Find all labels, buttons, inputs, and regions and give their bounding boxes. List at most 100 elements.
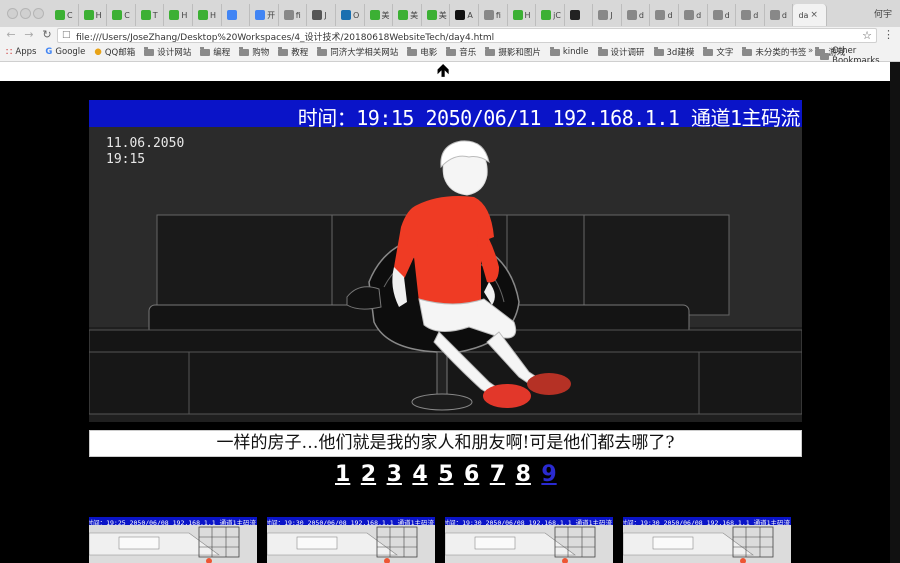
- page-icon: [598, 10, 609, 20]
- page-link-5[interactable]: 5: [438, 462, 464, 487]
- browser-tab[interactable]: fi: [479, 4, 508, 26]
- address-bar[interactable]: □ file:///Users/JoseZhang/Desktop%20Work…: [57, 28, 877, 43]
- thumbnail-info-bar: 时间：19:30 2050/06/08 192.168.1.1 通道1主码流: [623, 517, 791, 527]
- bookmark-item[interactable]: 文字: [703, 46, 733, 58]
- forward-arrow-icon[interactable]: →: [22, 28, 36, 41]
- scene-thumbnail[interactable]: 时间：19:30 2050/06/08 192.168.1.1 通道1主码流: [445, 517, 613, 563]
- tab-label: H: [524, 10, 531, 20]
- browser-tab[interactable]: A: [450, 4, 479, 26]
- scrollbar[interactable]: [890, 62, 900, 563]
- bookmark-item[interactable]: ∷ Apps: [6, 46, 36, 58]
- bookmark-item[interactable]: 编程: [200, 46, 230, 58]
- wechat-icon: [140, 10, 151, 20]
- browser-tab[interactable]: d: [708, 4, 737, 26]
- minimize-window-button[interactable]: [20, 8, 31, 19]
- browser-tab[interactable]: O: [336, 4, 365, 26]
- page-link-4[interactable]: 4: [412, 462, 438, 487]
- tab-label: d: [753, 10, 759, 20]
- bookmarks-overflow-icon[interactable]: »: [808, 46, 813, 56]
- folder-icon: [407, 46, 418, 56]
- scene-thumbnail[interactable]: 时间：19:30 2050/06/08 192.168.1.1 通道1主码流: [623, 517, 791, 563]
- browser-tab[interactable]: 美: [365, 4, 394, 26]
- browser-tab-active[interactable]: da ×: [793, 4, 828, 26]
- bookmark-item[interactable]: 教程: [278, 46, 308, 58]
- browser-tab[interactable]: 美: [393, 4, 422, 26]
- tab-label: 美: [438, 10, 447, 20]
- browser-tab[interactable]: [565, 4, 594, 26]
- cctv-scene-illustration: [89, 127, 802, 422]
- tab-label: H: [209, 10, 216, 20]
- wechat-icon: [512, 10, 523, 20]
- url-text[interactable]: file:///Users/JoseZhang/Desktop%20Worksp…: [76, 30, 494, 43]
- page-link-7[interactable]: 7: [490, 462, 516, 487]
- back-arrow-icon[interactable]: ←: [4, 28, 18, 41]
- bookmark-label: 设计网站: [157, 48, 192, 58]
- browser-tab[interactable]: H: [79, 4, 108, 26]
- page-link-3[interactable]: 3: [387, 462, 413, 487]
- page-link-6[interactable]: 6: [464, 462, 490, 487]
- browser-tab[interactable]: H: [164, 4, 193, 26]
- bookmark-item[interactable]: G Google: [45, 46, 85, 58]
- thumbnail-info-bar: 时间：19:30 2050/06/08 192.168.1.1 通道1主码流: [445, 517, 613, 527]
- browser-tab[interactable]: [222, 4, 251, 26]
- folder-icon: [144, 46, 155, 56]
- browser-tab[interactable]: H: [508, 4, 537, 26]
- bird-icon: [340, 10, 351, 20]
- browser-tab[interactable]: d: [765, 4, 794, 26]
- browser-tab[interactable]: d: [736, 4, 765, 26]
- folder-icon: [597, 46, 608, 56]
- thumbnail-strip: 时间：19:25 2050/06/08 192.168.1.1 通道1主码流 时间…: [89, 517, 791, 563]
- bookmark-item[interactable]: 未分类的书签: [742, 46, 806, 58]
- page-link-2[interactable]: 2: [361, 462, 387, 487]
- maximize-window-button[interactable]: [33, 8, 44, 19]
- page-icon: [769, 10, 780, 20]
- reload-icon[interactable]: ↻: [40, 28, 54, 41]
- scene-thumbnail[interactable]: 时间：19:30 2050/06/08 192.168.1.1 通道1主码流: [267, 517, 435, 563]
- bookmark-item[interactable]: 音乐: [446, 46, 476, 58]
- bookmark-item[interactable]: 摄影和图片: [485, 46, 541, 58]
- browser-tab[interactable]: C: [107, 4, 136, 26]
- up-arrow-icon[interactable]: 🡹: [437, 63, 449, 80]
- folder-icon: [446, 46, 457, 56]
- browser-tab[interactable]: d: [679, 4, 708, 26]
- folder-icon: [485, 46, 496, 56]
- close-window-button[interactable]: [7, 8, 18, 19]
- bookmark-item[interactable]: kindle: [549, 46, 589, 58]
- bookmark-item[interactable]: 设计网站: [144, 46, 191, 58]
- page-link-8[interactable]: 8: [516, 462, 542, 487]
- browser-tab[interactable]: jC: [536, 4, 565, 26]
- tab-label: C: [124, 10, 130, 20]
- bookmark-item[interactable]: 同济大学相关网站: [317, 46, 398, 58]
- circle-icon: [455, 10, 466, 20]
- tab-label: 美: [381, 10, 390, 20]
- google-icon: [255, 10, 266, 20]
- browser-tab[interactable]: J: [307, 4, 336, 26]
- bookmark-item[interactable]: ● QQ邮箱: [94, 46, 135, 58]
- browser-tab[interactable]: d: [622, 4, 651, 26]
- browser-tab[interactable]: C: [50, 4, 79, 26]
- page-link-9[interactable]: 9: [541, 462, 567, 487]
- bookmark-item[interactable]: 电影: [407, 46, 437, 58]
- browser-tab[interactable]: 美: [422, 4, 451, 26]
- browser-tab[interactable]: H: [193, 4, 222, 26]
- bookmark-label: 音乐: [459, 48, 477, 58]
- bookmark-label: 编程: [213, 48, 231, 58]
- bookmark-star-icon[interactable]: ☆: [862, 29, 872, 42]
- bookmark-item[interactable]: 3d建模: [653, 46, 694, 58]
- page-link-1[interactable]: 1: [335, 462, 361, 487]
- cctv-frame: 时间：19:15 2050/06/11 192.168.1.1 通道1主码流 1…: [89, 100, 802, 422]
- browser-tab[interactable]: d: [650, 4, 680, 26]
- tab-label: da: [798, 10, 809, 20]
- top-bar: 🡹: [0, 62, 890, 81]
- browser-tab[interactable]: fi: [279, 4, 308, 26]
- browser-tab[interactable]: J: [593, 4, 622, 26]
- menu-dots-icon[interactable]: ⋮: [883, 28, 894, 41]
- browser-tab[interactable]: 开: [250, 4, 279, 26]
- browser-tab[interactable]: T: [136, 4, 165, 26]
- close-tab-icon[interactable]: ×: [810, 10, 818, 20]
- profile-name[interactable]: 何宇: [874, 7, 892, 20]
- wechat-icon: [55, 10, 65, 20]
- bookmark-item[interactable]: 设计调研: [597, 46, 645, 58]
- bookmark-item[interactable]: 购物: [239, 46, 269, 58]
- scene-thumbnail[interactable]: 时间：19:25 2050/06/08 192.168.1.1 通道1主码流: [89, 517, 257, 563]
